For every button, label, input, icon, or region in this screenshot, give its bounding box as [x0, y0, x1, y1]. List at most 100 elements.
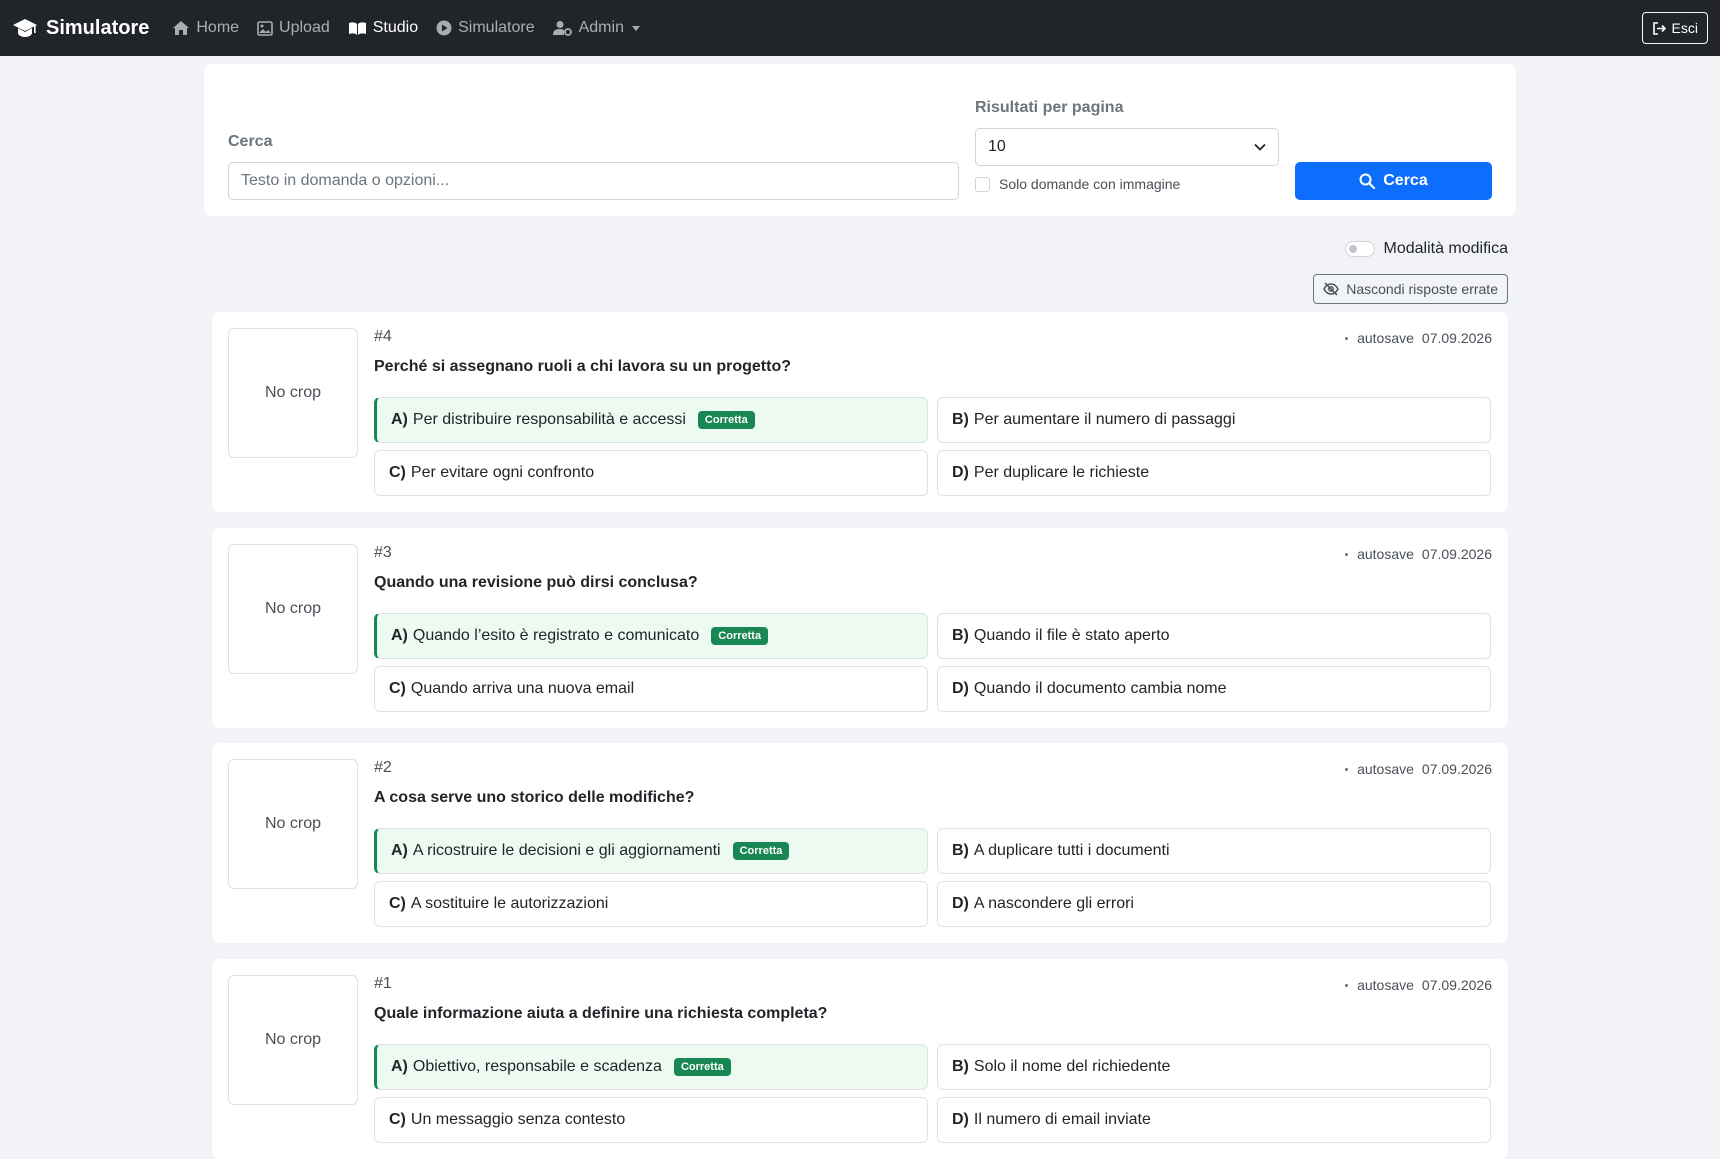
question-meta: autosave 07.09.2026 — [1345, 761, 1492, 777]
status-dot-icon — [1345, 552, 1349, 556]
correct-badge: Corretta — [732, 842, 790, 860]
option-letter: D) — [952, 895, 969, 912]
autosave-status: autosave — [1357, 761, 1414, 777]
autosave-status: autosave — [1357, 330, 1414, 346]
option-letter: A) — [391, 411, 408, 428]
option-text: Per evitare ogni confronto — [410, 464, 595, 481]
option-d[interactable]: D) Quando il documento cambia nome — [937, 666, 1491, 712]
option-a[interactable]: A) Per distribuire responsabilità e acce… — [374, 397, 928, 443]
chevron-down-icon — [1254, 143, 1266, 151]
option-b[interactable]: B) Quando il file è stato aperto — [937, 613, 1491, 659]
option-letter: D) — [952, 464, 969, 481]
status-dot-icon — [1345, 767, 1349, 771]
nav-home-label: Home — [196, 19, 240, 36]
option-letter: C) — [389, 1111, 406, 1128]
question-date: 07.09.2026 — [1421, 330, 1492, 346]
search-button[interactable]: Cerca — [1295, 162, 1492, 200]
question-text: Quale informazione aiuta a definire una … — [374, 1005, 828, 1022]
option-letter: C) — [389, 895, 406, 912]
question-text: A cosa serve uno storico delle modifiche… — [374, 789, 695, 806]
option-text: Quando arriva una nuova email — [410, 680, 635, 697]
question-image-placeholder[interactable]: No crop — [228, 328, 358, 458]
autosave-status: autosave — [1357, 977, 1414, 993]
correct-badge: Corretta — [697, 411, 755, 429]
search-button-label: Cerca — [1383, 172, 1428, 189]
question-date: 07.09.2026 — [1421, 761, 1492, 777]
option-letter: B) — [952, 1058, 969, 1075]
option-c[interactable]: C) Un messaggio senza contesto — [374, 1097, 928, 1143]
option-text: A sostituire le autorizzazioni — [410, 895, 609, 912]
per-page-label: Risultati per pagina — [975, 99, 1124, 116]
eye-slash-icon — [1323, 282, 1340, 296]
search-icon — [1359, 173, 1376, 189]
edit-mode-switch[interactable] — [1344, 241, 1375, 257]
question-card: No crop #1 autosave 07.09.2026 Quale inf… — [212, 959, 1508, 1159]
option-d[interactable]: D) Per duplicare le richieste — [937, 450, 1491, 496]
question-number: #4 — [374, 328, 392, 345]
option-c[interactable]: C) Per evitare ogni confronto — [374, 450, 928, 496]
edit-mode-toggle[interactable]: Modalità modifica — [1344, 240, 1508, 258]
search-input[interactable] — [228, 162, 959, 200]
option-letter: A) — [391, 1058, 408, 1075]
question-card: No crop #4 autosave 07.09.2026 Perché si… — [212, 312, 1508, 512]
question-meta: autosave 07.09.2026 — [1345, 977, 1492, 993]
question-card: No crop #3 autosave 07.09.2026 Quando un… — [212, 528, 1508, 728]
correct-badge: Corretta — [711, 627, 769, 645]
question-number: #1 — [374, 975, 392, 992]
search-panel: Cerca Risultati per pagina 10 Solo doman… — [204, 64, 1516, 216]
nav-simulatore[interactable]: Simulatore — [436, 19, 535, 37]
option-b[interactable]: B) Per aumentare il numero di passaggi — [937, 397, 1491, 443]
nav-home[interactable]: Home — [172, 19, 239, 37]
question-card: No crop #2 autosave 07.09.2026 A cosa se… — [212, 743, 1508, 943]
question-meta: autosave 07.09.2026 — [1345, 546, 1492, 562]
logout-icon — [1652, 21, 1666, 35]
option-text: A nascondere gli errori — [973, 895, 1134, 912]
option-text: Solo il nome del richiedente — [973, 1058, 1171, 1075]
nav-admin-dropdown[interactable]: Admin — [552, 19, 640, 37]
image-only-checkbox[interactable] — [975, 176, 990, 192]
option-c[interactable]: C) A sostituire le autorizzazioni — [374, 881, 928, 927]
autosave-status: autosave — [1357, 546, 1414, 562]
brand-title: Simulatore — [46, 16, 150, 39]
question-meta: autosave 07.09.2026 — [1345, 330, 1492, 346]
hide-wrong-answers-button[interactable]: Nascondi risposte errate — [1313, 274, 1508, 304]
correct-badge: Corretta — [673, 1058, 731, 1076]
brand-link[interactable]: Simulatore — [12, 17, 149, 40]
option-text: Quando il documento cambia nome — [973, 680, 1227, 697]
user-gear-icon — [552, 21, 572, 36]
nav-studio[interactable]: Studio — [348, 19, 418, 37]
option-text: Obiettivo, responsabile e scadenza — [412, 1058, 662, 1075]
option-a[interactable]: A) Obiettivo, responsabile e scadenza Co… — [374, 1044, 928, 1090]
option-letter: A) — [391, 842, 408, 859]
graduation-cap-icon — [13, 19, 37, 37]
question-date: 07.09.2026 — [1421, 977, 1492, 993]
logout-button[interactable]: Esci — [1641, 12, 1708, 44]
option-text: A duplicare tutti i documenti — [973, 842, 1170, 859]
question-image-placeholder[interactable]: No crop — [228, 759, 358, 889]
option-text: A ricostruire le decisioni e gli aggiorn… — [412, 842, 721, 859]
option-c[interactable]: C) Quando arriva una nuova email — [374, 666, 928, 712]
option-letter: D) — [952, 680, 969, 697]
question-number: #3 — [374, 544, 392, 561]
option-b[interactable]: B) A duplicare tutti i documenti — [937, 828, 1491, 874]
option-a[interactable]: A) Quando l’esito è registrato e comunic… — [374, 613, 928, 659]
play-circle-icon — [436, 20, 452, 36]
question-image-placeholder[interactable]: No crop — [228, 975, 358, 1105]
option-letter: B) — [952, 842, 969, 859]
question-text: Quando una revisione può dirsi conclusa? — [374, 574, 698, 591]
option-d[interactable]: D) Il numero di email inviate — [937, 1097, 1491, 1143]
image-only-filter[interactable]: Solo domande con immagine — [975, 176, 1180, 192]
option-letter: B) — [952, 627, 969, 644]
question-image-placeholder[interactable]: No crop — [228, 544, 358, 674]
nav-upload[interactable]: Upload — [257, 19, 330, 37]
per-page-select[interactable]: 10 — [975, 128, 1279, 166]
question-text: Perché si assegnano ruoli a chi lavora s… — [374, 358, 791, 375]
option-a[interactable]: A) A ricostruire le decisioni e gli aggi… — [374, 828, 928, 874]
home-icon — [173, 21, 190, 35]
logout-label: Esci — [1671, 20, 1698, 36]
option-b[interactable]: B) Solo il nome del richiedente — [937, 1044, 1491, 1090]
nav-admin-label: Admin — [578, 19, 624, 36]
image-only-label: Solo domande con immagine — [999, 176, 1181, 192]
option-d[interactable]: D) A nascondere gli errori — [937, 881, 1491, 927]
option-letter: C) — [389, 464, 406, 481]
